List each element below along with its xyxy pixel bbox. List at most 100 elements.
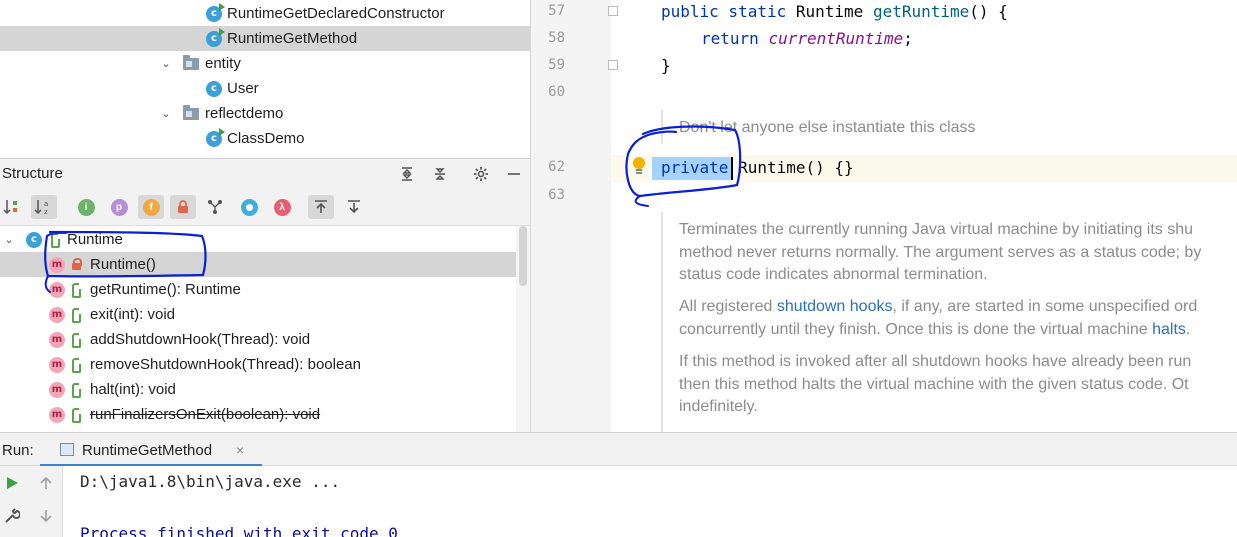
arrow-down-icon[interactable] [38,508,54,524]
public-visibility-icon [72,358,81,373]
structure-item-label: exit(int): void [90,306,176,323]
run-tab-label: RuntimeGetMethod [82,442,213,459]
code-line-58: return currentRuntime; [701,29,913,48]
tree-item-user[interactable]: c User [0,76,530,101]
structure-item-label: Runtime [67,231,123,248]
collapse-all-icon[interactable] [430,164,450,184]
public-visibility-icon [72,408,81,423]
autoscroll-to-source-icon[interactable] [308,195,334,219]
code-line-57: public static Runtime getRuntime() { [661,2,1008,21]
structure-item-label: runFinalizersOnExit(boolean): void [90,406,321,423]
rendered-doc-line: status code indicates abnormal terminati… [679,266,988,283]
rendered-doc-line: concurrently until they finish. Once thi… [679,320,1191,338]
show-inherited-icon[interactable]: i [73,195,99,219]
rendered-doc-line: indefinitely. [679,398,758,415]
method-icon: m [49,281,65,298]
shutdown-hooks-link[interactable]: shutdown hooks [777,298,893,315]
run-tab-runtimegetmethod[interactable]: RuntimeGetMethod × [40,433,262,467]
rerun-icon[interactable] [4,475,20,491]
project-tree: c RuntimeGetDeclaredConstructor c Runtim… [0,0,530,158]
tree-item-label: RuntimeGetDeclaredConstructor [227,5,445,22]
structure-member[interactable]: m removeShutdownHook(Thread): boolean [0,352,516,377]
run-config-icon [60,443,74,456]
show-fields-icon[interactable]: f [138,195,164,219]
show-anonymous-classes-icon[interactable] [202,195,228,219]
structure-item-label: Runtime() [90,256,156,273]
chevron-down-icon[interactable]: ⌄ [2,233,16,247]
autoscroll-from-source-icon[interactable] [341,195,367,219]
chevron-down-icon[interactable]: ⌄ [159,107,173,121]
line-number: 62 [548,159,565,175]
show-properties-icon[interactable]: p [106,195,132,219]
line-number: 57 [548,3,565,19]
rendered-doc-line: Terminates the currently running Java vi… [679,221,1194,238]
show-inner-classes-icon[interactable] [236,195,262,219]
run-console[interactable]: D:\java1.8\bin\java.exe ... Process fini… [62,466,1237,537]
console-line: Process finished with exit code 0 [80,524,398,537]
structure-member[interactable]: m Runtime() [0,252,516,277]
method-icon: m [49,381,65,398]
public-visibility-icon [72,383,81,398]
show-non-public-icon[interactable] [170,195,196,219]
tree-item-runtimegetmethod[interactable]: c RuntimeGetMethod [0,26,530,51]
structure-member[interactable]: m halt(int): void [0,377,516,402]
tree-item-label: entity [205,55,241,72]
private-lock-icon [72,258,82,270]
show-lambdas-icon[interactable]: λ [269,195,295,219]
package-folder-icon [183,54,199,70]
public-visibility-icon [72,308,81,323]
structure-member[interactable]: m exit(int): void [0,302,516,327]
structure-item-label: removeShutdownHook(Thread): boolean [90,356,361,373]
close-icon[interactable]: × [236,442,244,458]
rendered-doc-line: All registered shutdown hooks, if any, a… [679,298,1198,315]
method-icon: m [49,331,65,348]
sort-by-visibility-icon[interactable] [0,195,26,219]
structure-item-label: halt(int): void [90,381,176,398]
structure-title: Structure [2,165,63,182]
class-icon: c [206,27,225,47]
text-caret [731,157,733,180]
tree-item-label: reflectdemo [205,105,284,122]
code-editor[interactable]: 57 58 59 60 62 63 public static Runtime … [531,0,1237,432]
tree-item-reflectdemo[interactable]: ⌄ reflectdemo [0,101,530,126]
structure-list: ⌄ c Runtime m Runtime() m getRuntime(): … [0,226,530,432]
structure-scrollbar[interactable] [516,226,530,432]
console-line: D:\java1.8\bin\java.exe ... [80,472,341,491]
tree-item-classdemo[interactable]: c ClassDemo [0,126,530,151]
run-side-toolbar [0,466,62,537]
method-icon: m [49,406,65,423]
code-line-59: } [661,56,671,75]
chevron-down-icon[interactable]: ⌄ [159,57,173,71]
class-icon: c [206,2,225,22]
minimize-icon[interactable] [504,164,524,184]
tree-item-entity[interactable]: ⌄ entity [0,51,530,76]
rendered-doc-line: If this method is invoked after all shut… [679,353,1192,370]
tree-item-runtimegetdeclaredconstructor[interactable]: c RuntimeGetDeclaredConstructor [0,1,530,26]
structure-member-deprecated[interactable]: m runFinalizersOnExit(boolean): void [0,402,516,427]
public-visibility-icon [72,283,81,298]
structure-member[interactable]: m getRuntime(): Runtime [0,277,516,302]
method-icon: m [49,356,65,373]
line-number: 59 [548,57,565,73]
line-number: 63 [548,187,565,203]
class-icon: c [206,80,222,97]
arrow-up-icon[interactable] [38,475,54,491]
fold-marker-icon[interactable] [608,60,618,70]
wrench-icon[interactable] [4,508,21,524]
package-folder-icon [183,104,199,120]
tree-item-label: RuntimeGetMethod [227,30,358,47]
structure-root-runtime[interactable]: ⌄ c Runtime [0,227,516,252]
fold-marker-icon[interactable] [608,6,618,16]
sort-alphabetically-icon[interactable]: az [31,195,57,219]
lightbulb-icon[interactable] [632,156,646,178]
expand-all-icon[interactable] [397,164,417,184]
halts-link[interactable]: halts [1152,321,1186,338]
code-line-62: private Runtime() {} [661,158,854,177]
rendered-doc-comment: Don't let anyone else instantiate this c… [679,119,976,136]
scrollbar-thumb[interactable] [519,226,527,286]
gear-icon[interactable] [471,164,491,184]
structure-item-label: getRuntime(): Runtime [90,281,241,298]
public-visibility-icon [72,333,81,348]
structure-member[interactable]: m addShutdownHook(Thread): void [0,327,516,352]
rendered-doc-line: then this method halts the virtual machi… [679,375,1189,393]
